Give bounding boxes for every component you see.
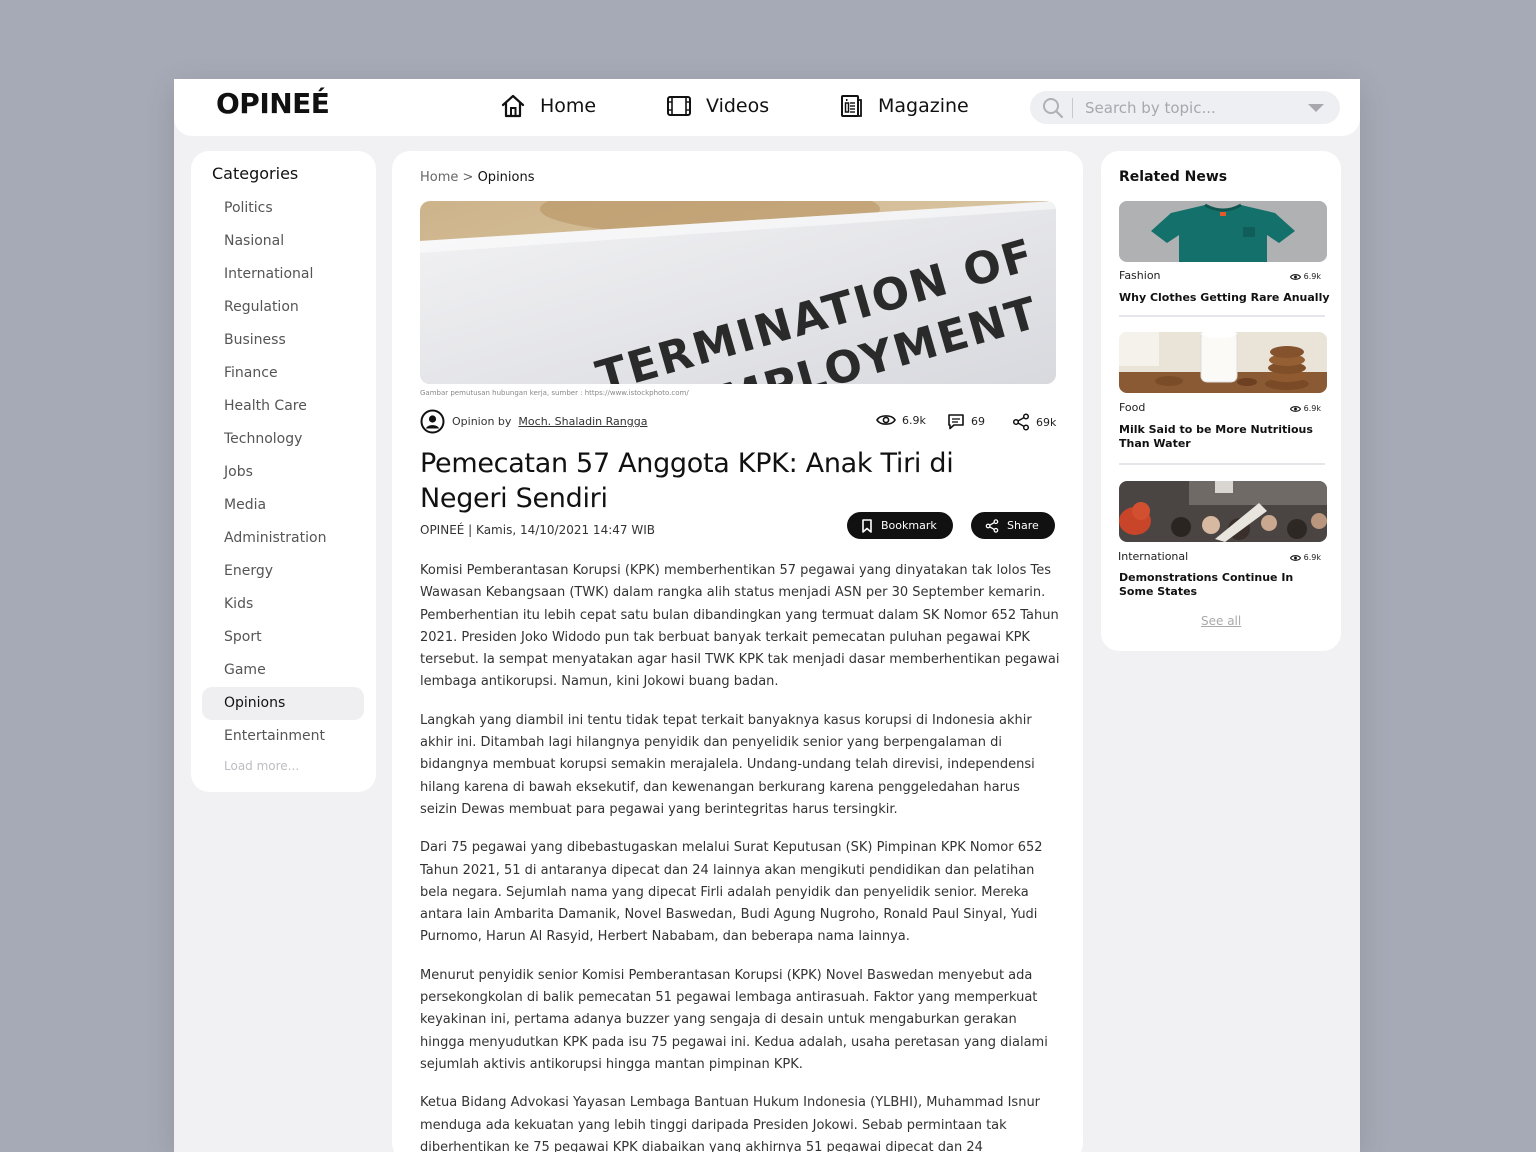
divider xyxy=(1119,315,1325,317)
share-icon xyxy=(985,518,999,533)
category-item-nasional[interactable]: Nasional xyxy=(202,225,364,258)
video-icon xyxy=(667,96,691,116)
nav-magazine[interactable]: Magazine xyxy=(838,93,969,119)
related-image-food[interactable] xyxy=(1119,332,1327,393)
related-views-value: 6.9k xyxy=(1303,553,1321,562)
article-meta: OPINEÉ | Kamis, 14/10/2021 14:47 WIB xyxy=(420,523,655,537)
author-link[interactable]: Moch. Shaladin Rangga xyxy=(518,415,647,428)
hero-image: TERMINATION OF EMPLOYMENT xyxy=(420,201,1056,384)
related-headline[interactable]: Why Clothes Getting Rare Anually xyxy=(1119,291,1331,305)
load-more-link[interactable]: Load more... xyxy=(224,759,299,773)
comment-icon xyxy=(948,414,964,430)
related-image-fashion[interactable] xyxy=(1119,201,1327,262)
category-item-opinions[interactable]: Opinions xyxy=(202,687,364,720)
avatar-icon xyxy=(420,409,445,434)
views-value: 6.9k xyxy=(902,413,926,427)
milk-cookies-image xyxy=(1119,332,1327,393)
related-views-value: 6.9k xyxy=(1303,404,1321,413)
nav-home[interactable]: Home xyxy=(500,93,596,119)
related-category: Food xyxy=(1119,401,1146,414)
share-button[interactable]: Share xyxy=(971,512,1055,539)
category-item-business[interactable]: Business xyxy=(202,324,364,357)
breadcrumb-current: Opinions xyxy=(477,170,535,185)
related-views: 6.9k xyxy=(1289,404,1321,413)
article-body: Komisi Pemberantasan Korupsi (KPK) membe… xyxy=(420,560,1060,1152)
search-divider xyxy=(1072,97,1073,118)
comments-count[interactable]: 69 xyxy=(947,413,985,430)
search-input[interactable] xyxy=(1083,97,1297,118)
category-item-kids[interactable]: Kids xyxy=(202,588,364,621)
home-icon xyxy=(501,94,525,118)
article-panel: Home > Opinions TERMINATION OF EMPLOYMEN… xyxy=(392,151,1083,1152)
browser-frame: OPINEÉ Home Videos Magazine Search by to… xyxy=(174,79,1360,1152)
related-views: 6.9k xyxy=(1289,272,1321,281)
divider xyxy=(1119,463,1325,465)
views-count: 6.9k xyxy=(876,413,926,427)
related-news-panel: Related News Fashion 6.9k Why Clothes Ge… xyxy=(1101,151,1341,651)
category-item-international[interactable]: International xyxy=(202,258,364,291)
related-image-international[interactable] xyxy=(1119,481,1327,542)
breadcrumb-home[interactable]: Home xyxy=(420,170,458,185)
category-item-sport[interactable]: Sport xyxy=(202,621,364,654)
related-views: 6.9k xyxy=(1289,553,1321,562)
categories-panel: Categories Politics Nasional Internation… xyxy=(191,151,376,792)
top-navbar: OPINEÉ Home Videos Magazine Search by to… xyxy=(174,79,1360,136)
bookmark-icon xyxy=(862,518,872,533)
shares-count[interactable]: 69k xyxy=(1012,413,1056,431)
nav-home-label: Home xyxy=(540,95,597,117)
bookmark-button[interactable]: Bookmark xyxy=(847,512,953,539)
related-headline[interactable]: Demonstrations Continue In Some States xyxy=(1119,571,1331,599)
search-bar xyxy=(1030,91,1340,124)
byline: Opinion by Moch. Shaladin Rangga xyxy=(420,409,647,434)
article-paragraph: Dari 75 pegawai yang dibebastugaskan mel… xyxy=(420,840,1043,945)
hero-illustration: TERMINATION OF EMPLOYMENT xyxy=(420,201,1056,384)
nav-videos[interactable]: Videos xyxy=(666,93,769,119)
categories-title: Categories xyxy=(212,164,299,183)
category-item-jobs[interactable]: Jobs xyxy=(202,456,364,489)
see-all-link[interactable]: See all xyxy=(1201,614,1241,628)
share-icon xyxy=(1012,413,1030,431)
category-item-health-care[interactable]: Health Care xyxy=(202,390,364,423)
bookmark-label: Bookmark xyxy=(881,519,937,532)
site-logo[interactable]: OPINEÉ xyxy=(216,87,330,120)
article-paragraph: Ketua Bidang Advokasi Yayasan Lembaga Ba… xyxy=(420,1095,1041,1152)
category-item-game[interactable]: Game xyxy=(202,654,364,687)
shares-value: 69k xyxy=(1036,415,1057,429)
category-item-administration[interactable]: Administration xyxy=(202,522,364,555)
article-paragraph: Komisi Pemberantasan Korupsi (KPK) membe… xyxy=(420,563,1060,690)
category-item-politics[interactable]: Politics xyxy=(202,192,364,225)
eye-icon xyxy=(1289,554,1301,561)
breadcrumb: Home > Opinions xyxy=(420,170,535,185)
byline-prefix: Opinion by xyxy=(452,415,512,428)
chevron-down-icon[interactable] xyxy=(1308,104,1324,112)
protest-image xyxy=(1119,481,1327,542)
magazine-icon xyxy=(841,95,862,117)
related-category: Fashion xyxy=(1119,269,1161,282)
article-title: Pemecatan 57 Anggota KPK: Anak Tiri di N… xyxy=(420,448,954,514)
category-item-finance[interactable]: Finance xyxy=(202,357,364,390)
category-item-regulation[interactable]: Regulation xyxy=(202,291,364,324)
share-label: Share xyxy=(1007,519,1039,532)
image-caption: Gambar pemutusan hubungan kerja, sumber … xyxy=(420,389,689,397)
search-icon xyxy=(1043,97,1064,118)
category-item-entertainment[interactable]: Entertainment xyxy=(202,720,364,753)
category-item-technology[interactable]: Technology xyxy=(202,423,364,456)
related-title: Related News xyxy=(1119,169,1228,185)
related-headline[interactable]: Milk Said to be More Nutritious Than Wat… xyxy=(1119,423,1331,451)
breadcrumb-separator: > xyxy=(462,170,474,185)
article-paragraph: Langkah yang diambil ini tentu tidak tep… xyxy=(420,712,1035,817)
article-paragraph: Menurut penyidik senior Komisi Pemberant… xyxy=(420,967,1048,1072)
eye-icon xyxy=(1289,273,1301,280)
nav-magazine-label: Magazine xyxy=(878,95,969,117)
category-item-media[interactable]: Media xyxy=(202,489,364,522)
related-views-value: 6.9k xyxy=(1303,272,1321,281)
nav-videos-label: Videos xyxy=(706,95,770,117)
category-item-energy[interactable]: Energy xyxy=(202,555,364,588)
eye-icon xyxy=(1289,405,1301,412)
eye-icon xyxy=(876,415,896,425)
tshirt-image xyxy=(1119,201,1327,262)
comments-value: 69 xyxy=(971,415,985,428)
related-category: International xyxy=(1118,550,1189,563)
